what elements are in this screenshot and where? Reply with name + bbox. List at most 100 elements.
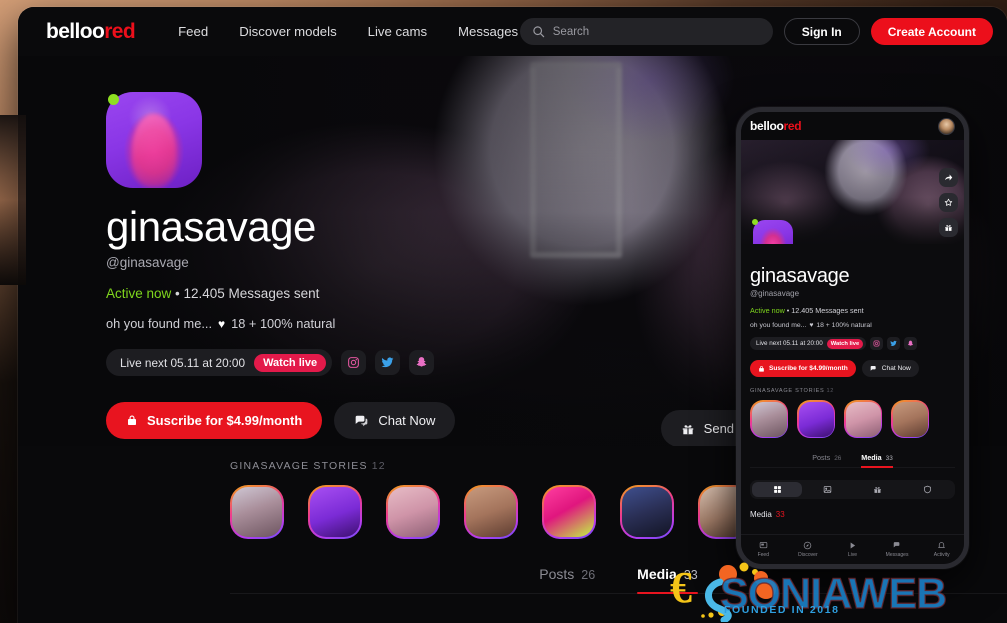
bell-icon bbox=[938, 542, 946, 548]
phone-status-messages-count: • 12.405 Messages sent bbox=[784, 306, 864, 315]
play-icon bbox=[850, 542, 856, 549]
share-icon[interactable] bbox=[939, 168, 958, 187]
phone-nav-discover[interactable]: Discover bbox=[786, 541, 831, 558]
phone-nav-activity-label: Activity bbox=[933, 552, 950, 558]
site-logo[interactable]: belloored bbox=[46, 19, 136, 44]
gift-icon[interactable] bbox=[939, 218, 958, 237]
create-account-button[interactable]: Create Account bbox=[870, 18, 993, 45]
phone-story-item-4[interactable] bbox=[891, 400, 929, 438]
live-next-pill: Live next 05.11 at 20:00 Watch live bbox=[106, 349, 333, 376]
tab-posts-count: 26 bbox=[581, 568, 596, 582]
nav-feed[interactable]: Feed bbox=[178, 24, 208, 39]
phone-tab-media-label: Media bbox=[861, 453, 882, 462]
phone-story-item-1[interactable] bbox=[750, 400, 788, 438]
filter-shield[interactable] bbox=[903, 482, 953, 497]
phone-hero bbox=[741, 140, 964, 244]
phone-tab-media[interactable]: Media 33 bbox=[861, 453, 894, 468]
lock-icon bbox=[128, 415, 136, 425]
nav-discover-models[interactable]: Discover models bbox=[239, 24, 336, 39]
phone-story-item-2[interactable] bbox=[797, 400, 835, 438]
chat-now-button[interactable]: Chat Now bbox=[334, 402, 456, 439]
filter-image[interactable] bbox=[802, 482, 852, 497]
avatar[interactable] bbox=[106, 92, 202, 188]
phone-bio-suffix: 18 + 100% natural bbox=[816, 322, 872, 329]
filter-grid[interactable] bbox=[752, 482, 803, 497]
nav-messages[interactable]: Messages bbox=[458, 24, 518, 39]
tab-posts[interactable]: Posts 26 bbox=[539, 566, 595, 593]
phone-chat-now-button-label: Chat Now bbox=[881, 365, 911, 372]
story-thumbnail bbox=[751, 401, 787, 437]
phone-chat-now-button[interactable]: Chat Now bbox=[861, 360, 919, 377]
status-messages-count: • 12.405 Messages sent bbox=[171, 286, 320, 301]
snapchat-icon[interactable] bbox=[409, 350, 435, 375]
phone-nav-activity[interactable]: Activity bbox=[919, 541, 964, 558]
watch-live-button[interactable]: Watch live bbox=[254, 353, 327, 372]
search-icon bbox=[533, 26, 544, 38]
chat-icon bbox=[355, 415, 368, 426]
bio-prefix: oh you found me... bbox=[106, 316, 212, 331]
phone-nav-live[interactable]: Live bbox=[830, 541, 875, 558]
phone-subscribe-button[interactable]: Suscribe for $4.99/month bbox=[750, 360, 856, 377]
subscribe-button[interactable]: Suscribe for $4.99/month bbox=[106, 402, 323, 439]
story-item-4[interactable] bbox=[464, 485, 518, 539]
site-header: belloored Feed Discover models Live cams… bbox=[18, 7, 1007, 56]
phone-tab-posts[interactable]: Posts 26 bbox=[812, 453, 841, 467]
phone-profile-body: ginasavage @ginasavage Active now • 12.4… bbox=[741, 244, 964, 468]
phone-media-label-count: 33 bbox=[775, 510, 785, 519]
status-active-label: Active now bbox=[106, 286, 172, 301]
chat-icon bbox=[870, 365, 876, 371]
phone-content-tabs: Posts 26 Media 33 bbox=[750, 453, 955, 468]
logo-text-primary: belloo bbox=[46, 19, 105, 43]
sign-in-button[interactable]: Sign In bbox=[783, 18, 860, 45]
phone-nav-messages[interactable]: Messages bbox=[875, 541, 920, 558]
search-placeholder: Search bbox=[552, 25, 590, 38]
desktop-backdrop: belloored Feed Discover models Live cams… bbox=[0, 0, 1007, 623]
phone-tab-media-count: 33 bbox=[885, 455, 893, 462]
phone-logo-primary: belloo bbox=[750, 119, 784, 133]
phone-live-next-pill: Live next 05.11 at 20:00 Watch live bbox=[750, 337, 867, 350]
avatar-image bbox=[106, 92, 202, 188]
lock-icon bbox=[759, 365, 764, 372]
filter-gift[interactable] bbox=[853, 482, 903, 497]
story-item-2[interactable] bbox=[308, 485, 362, 539]
nav-live-cams[interactable]: Live cams bbox=[368, 24, 427, 39]
phone-watch-live-button[interactable]: Watch live bbox=[826, 338, 864, 349]
star-icon[interactable] bbox=[939, 193, 958, 212]
heart-icon: ♥ bbox=[218, 316, 226, 331]
phone-profile-handle: @ginasavage bbox=[750, 289, 800, 298]
story-item-1[interactable] bbox=[230, 485, 284, 539]
tab-media[interactable]: Media 33 bbox=[637, 566, 698, 594]
browser-window: belloored Feed Discover models Live cams… bbox=[18, 7, 1007, 623]
phone-tab-posts-count: 26 bbox=[834, 455, 842, 462]
phone-nav-live-label: Live bbox=[847, 552, 858, 558]
phone-nav-feed-label: Feed bbox=[757, 552, 769, 558]
main-nav: Feed Discover models Live cams Messages bbox=[178, 24, 518, 39]
instagram-icon[interactable] bbox=[341, 350, 367, 375]
twitter-icon[interactable] bbox=[375, 350, 401, 375]
phone-page-title: ginasavage bbox=[750, 265, 850, 287]
compass-icon bbox=[804, 541, 812, 550]
story-thumbnail bbox=[798, 401, 834, 437]
gift-icon bbox=[874, 487, 881, 493]
phone-logo[interactable]: belloored bbox=[750, 119, 802, 133]
phone-snapchat-icon[interactable] bbox=[904, 337, 918, 350]
story-item-3[interactable] bbox=[386, 485, 440, 539]
phone-heart-icon: ♥ bbox=[809, 322, 814, 329]
phone-story-item-3[interactable] bbox=[844, 400, 882, 438]
story-item-5[interactable] bbox=[542, 485, 596, 539]
phone-side-actions bbox=[939, 168, 958, 237]
tab-posts-label: Posts bbox=[539, 566, 575, 582]
phone-profile-avatar[interactable] bbox=[752, 219, 793, 244]
story-thumbnail bbox=[892, 401, 928, 437]
story-thumbnail bbox=[845, 401, 881, 437]
story-item-6[interactable] bbox=[620, 485, 674, 539]
tab-media-count: 33 bbox=[683, 568, 698, 582]
phone-user-avatar[interactable] bbox=[938, 117, 955, 135]
phone-subscribe-button-label: Suscribe for $4.99/month bbox=[769, 365, 848, 372]
search-input[interactable]: Search bbox=[519, 18, 773, 45]
phone-nav-feed[interactable]: Feed bbox=[741, 541, 786, 558]
phone-twitter-icon[interactable] bbox=[887, 337, 901, 350]
phone-instagram-icon[interactable] bbox=[870, 337, 884, 350]
live-next-text: Live next 05.11 at 20:00 bbox=[120, 355, 246, 370]
phone-header: belloored bbox=[741, 112, 964, 140]
